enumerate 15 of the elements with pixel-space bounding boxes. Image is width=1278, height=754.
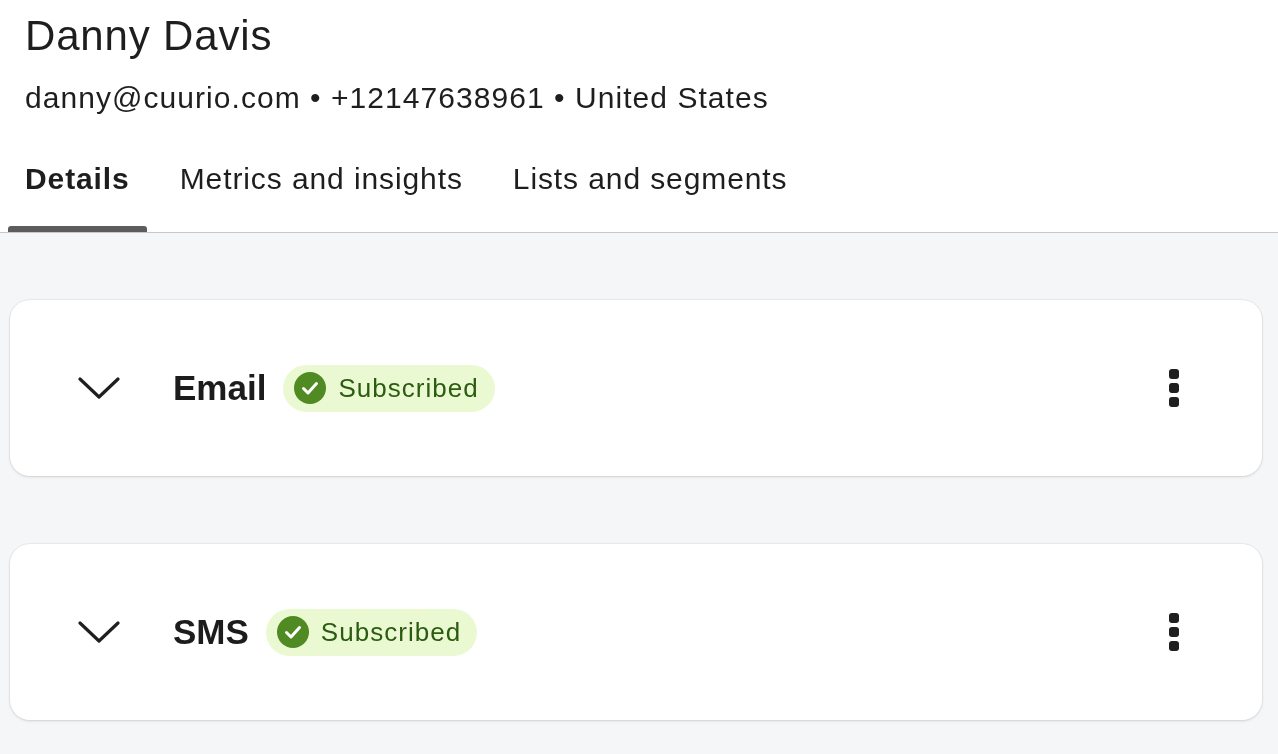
tab[interactable]: Lists and segments [495, 116, 805, 232]
vertical-dots-icon [1169, 369, 1179, 407]
status-badge: Subscribed [283, 364, 495, 412]
chevron-down-icon [78, 621, 120, 643]
status-badge: Subscribed [265, 608, 478, 656]
channel-title: Email [173, 368, 267, 408]
check-circle-icon [276, 616, 309, 648]
vertical-dots-icon [1169, 613, 1179, 651]
chevron-down-icon [78, 377, 120, 399]
check-circle-icon [294, 372, 327, 404]
contact-details: danny@cuurio.com • +12147638961 • United States [25, 80, 770, 116]
contact-name: Danny Davis [25, 12, 274, 60]
tab[interactable]: Metrics and insights [162, 116, 480, 232]
tab[interactable]: Details [8, 116, 147, 232]
channel-title: SMS [173, 612, 249, 652]
